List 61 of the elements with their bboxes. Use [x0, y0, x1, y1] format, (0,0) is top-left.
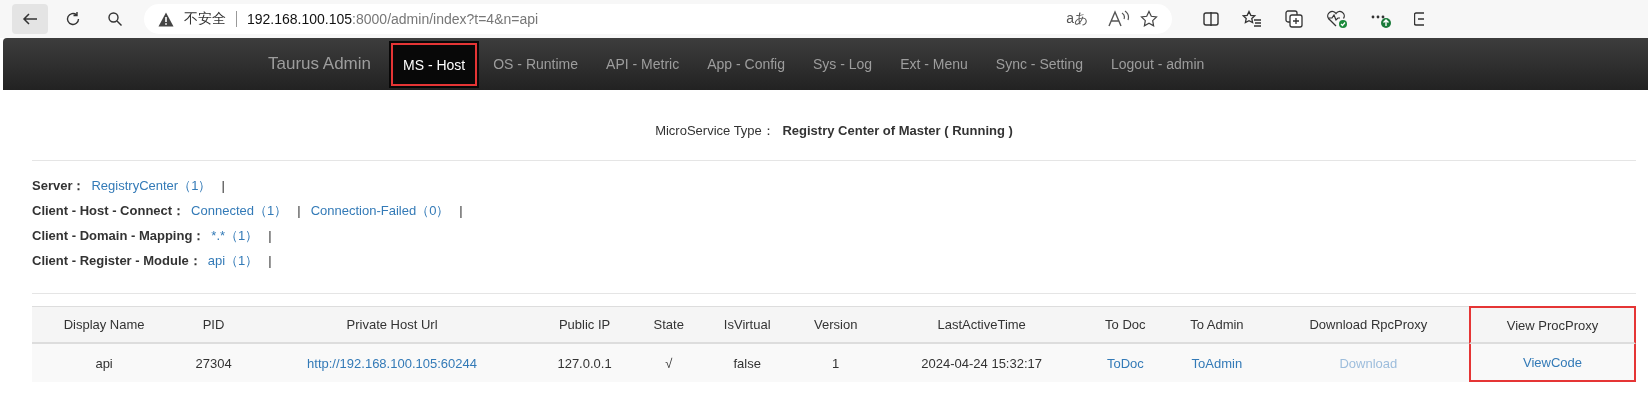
- column-header: PID: [176, 306, 251, 344]
- summary-link[interactable]: *.*（1）: [211, 226, 259, 245]
- column-header: Public IP: [533, 306, 636, 344]
- column-header: LastActiveTime: [878, 306, 1085, 344]
- column-header: To Doc: [1084, 306, 1167, 344]
- nav-item[interactable]: Sys - Log: [799, 38, 887, 90]
- column-header: IsVirtual: [701, 306, 793, 344]
- warning-icon: [158, 11, 174, 27]
- table-link[interactable]: ViewCode: [1523, 354, 1583, 370]
- nav-item[interactable]: MS - Host: [389, 41, 480, 88]
- summary-link[interactable]: Connected（1）: [191, 201, 288, 220]
- separator-text: |: [268, 253, 272, 268]
- column-header: Display Name: [32, 306, 177, 344]
- sidebar-icon[interactable]: [1414, 10, 1424, 28]
- table-cell: 2024-04-24 15:32:17: [878, 344, 1085, 382]
- service-type-value: Registry Center of Master ( Running ): [782, 123, 1013, 138]
- read-aloud-icon[interactable]: [1108, 10, 1130, 28]
- nav-item[interactable]: Logout - admin: [1097, 38, 1219, 90]
- brand-link[interactable]: Taurus Admin: [253, 38, 389, 90]
- summary-link[interactable]: api（1）: [207, 251, 259, 270]
- split-screen-icon[interactable]: [1202, 10, 1220, 28]
- separator-text: |: [221, 178, 225, 193]
- summary-label: Client - Host - Connect：: [32, 201, 186, 220]
- column-header: Private Host Url: [250, 306, 534, 344]
- nav-item[interactable]: Sync - Setting: [981, 38, 1097, 90]
- summary-label: Server：: [32, 176, 86, 195]
- separator-text: |: [268, 228, 272, 243]
- column-header: To Admin: [1166, 306, 1268, 344]
- separator-text: |: [459, 203, 463, 218]
- back-button[interactable]: [12, 4, 48, 34]
- collections-icon[interactable]: [1284, 9, 1304, 29]
- column-header: Version: [792, 306, 879, 344]
- nav-item[interactable]: API - Metric: [592, 38, 694, 90]
- url-text: 192.168.100.105:8000/admin/index?t=4&n=api: [247, 11, 539, 27]
- table-cell: 1: [792, 344, 879, 382]
- summary-link[interactable]: Connection-Failed（0）: [310, 201, 450, 220]
- address-bar[interactable]: 不安全 192.168.100.105:8000/admin/index?t=4&n=api aあ: [144, 4, 1172, 34]
- nav-item[interactable]: App - Config: [693, 38, 799, 90]
- summary-label: Client - Domain - Mapping：: [32, 226, 206, 245]
- favorites-icon[interactable]: [1242, 10, 1262, 28]
- service-type-label: MicroService Type：: [655, 123, 775, 138]
- summary-label: Client - Register - Module：: [32, 251, 202, 270]
- separator-text: |: [297, 203, 301, 218]
- health-icon[interactable]: [1326, 9, 1348, 29]
- table-link[interactable]: ToDoc: [1106, 355, 1144, 371]
- table-cell: api: [32, 344, 177, 382]
- column-header: Download RpcProxy: [1267, 306, 1470, 344]
- table-cell: √: [635, 344, 702, 382]
- table-cell: 127.0.0.1: [533, 344, 636, 382]
- table-cell: 27304: [176, 344, 251, 382]
- summary-link[interactable]: RegistryCenter（1）: [91, 176, 212, 195]
- nav-item[interactable]: OS - Runtime: [479, 38, 593, 90]
- column-header: View ProcProxy: [1469, 306, 1636, 344]
- refresh-icon: [64, 10, 82, 28]
- translate-icon[interactable]: aあ: [1066, 10, 1088, 28]
- table-cell: false: [701, 344, 793, 382]
- star-icon[interactable]: [1140, 10, 1158, 28]
- search-icon: [107, 11, 123, 27]
- security-label: 不安全: [184, 10, 226, 28]
- nav-item[interactable]: Ext - Menu: [886, 38, 982, 90]
- column-header: State: [635, 306, 702, 344]
